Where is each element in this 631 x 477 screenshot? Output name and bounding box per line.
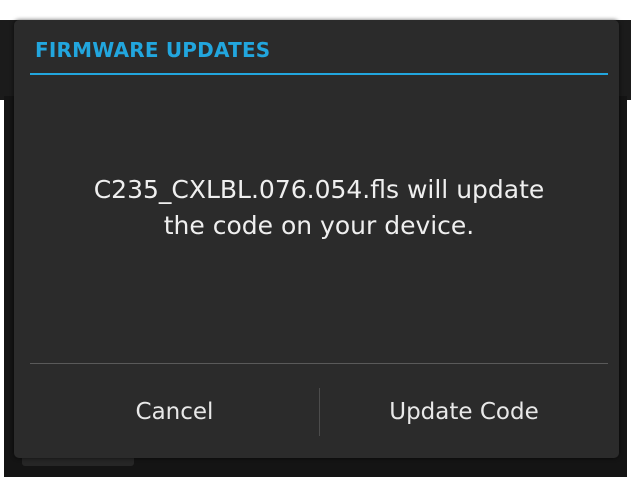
dialog-title: FIRMWARE UPDATES bbox=[35, 38, 271, 62]
cancel-button[interactable]: Cancel bbox=[30, 379, 319, 445]
dialog-message: C235_CXLBL.076.054.fls will update the c… bbox=[30, 172, 608, 244]
title-divider bbox=[30, 73, 608, 75]
firmware-update-dialog: FIRMWARE UPDATES C235_CXLBL.076.054.fls … bbox=[14, 20, 619, 458]
update-code-button[interactable]: Update Code bbox=[320, 379, 608, 445]
message-line-2: the code on your device. bbox=[163, 211, 475, 240]
footer-divider bbox=[30, 363, 608, 364]
message-line-1: C235_CXLBL.076.054.fls will update bbox=[93, 175, 545, 204]
